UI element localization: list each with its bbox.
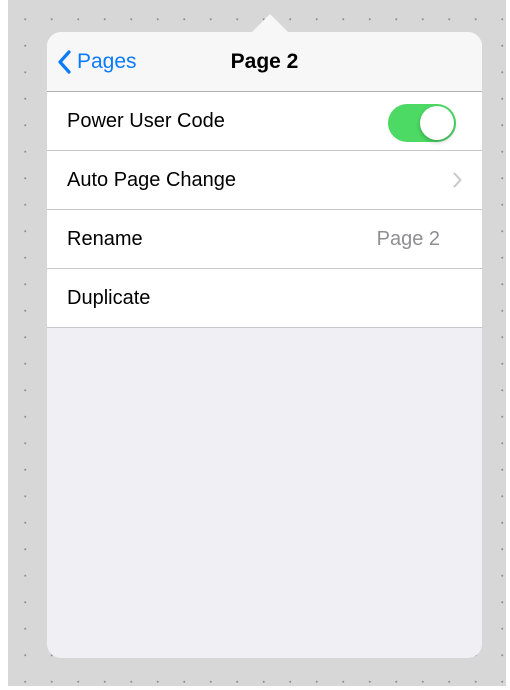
row-label: Power User Code (67, 110, 225, 132)
canvas-edge-bottom (0, 686, 510, 690)
row-power-user-code: Power User Code (47, 92, 482, 151)
canvas-edge-right (506, 0, 510, 690)
back-to-pages-button[interactable]: Pages (57, 48, 137, 76)
canvas-edge-left (0, 0, 8, 690)
page-settings-popover: Pages Page 2 Power User Code Auto Page C… (47, 32, 482, 658)
row-duplicate[interactable]: Duplicate (47, 269, 482, 328)
chevron-right-icon (453, 172, 462, 193)
toggle-knob (420, 106, 454, 140)
popover-arrow (251, 14, 289, 33)
navigation-bar: Pages Page 2 (47, 32, 482, 92)
back-button-label: Pages (77, 50, 137, 73)
row-label: Duplicate (67, 287, 151, 309)
row-label: Auto Page Change (67, 169, 237, 191)
row-rename[interactable]: Rename Page 2 (47, 210, 482, 269)
row-label: Rename (67, 228, 143, 250)
power-user-code-toggle[interactable] (388, 104, 456, 142)
chevron-left-icon (57, 50, 71, 74)
rename-current-value: Page 2 (376, 228, 440, 250)
row-auto-page-change[interactable]: Auto Page Change (47, 151, 482, 210)
settings-list: Power User Code Auto Page Change Rename … (47, 92, 482, 328)
